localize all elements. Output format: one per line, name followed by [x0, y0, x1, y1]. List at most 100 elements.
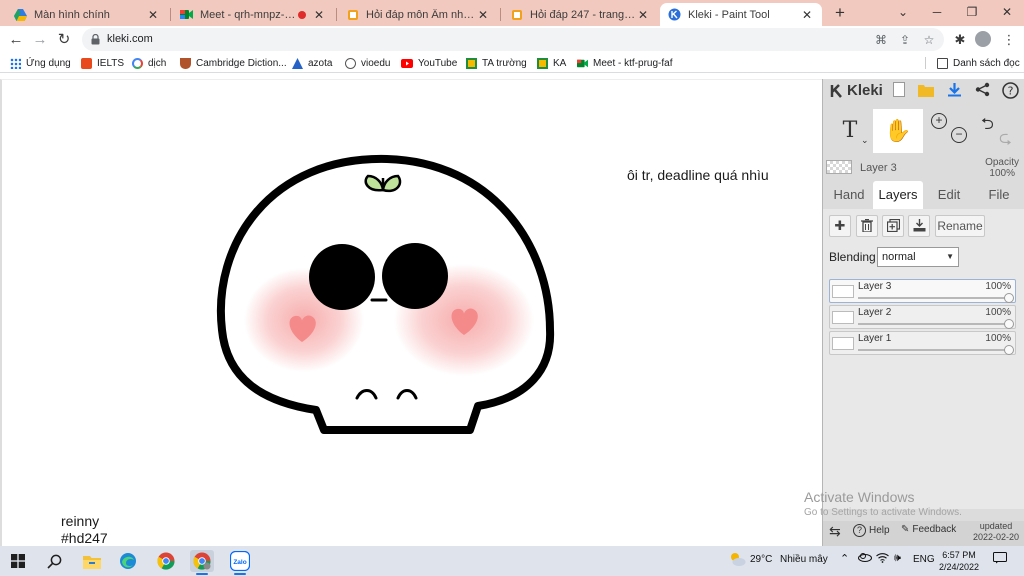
layer-row-2[interactable]: Layer 2 100% [829, 305, 1016, 329]
language-indicator[interactable]: ENG [913, 554, 935, 565]
layer-opacity-slider[interactable] [858, 323, 1009, 325]
new-tab-button[interactable]: + [830, 3, 850, 23]
bookmark-ielts[interactable]: IELTS [81, 56, 124, 70]
add-layer-icon[interactable]: ✚ [829, 215, 851, 237]
bookmark-label: Cambridge Diction... [196, 57, 287, 69]
text-tool[interactable]: T ⌄ [827, 109, 873, 153]
tab-close-icon[interactable]: ✕ [146, 8, 160, 22]
layer-opacity-knob[interactable] [1004, 319, 1014, 329]
tab-strip: Màn hình chính ✕ Meet - qrh-mnpz-ard ✕ H… [0, 0, 1024, 26]
layer-opacity: 100% [985, 281, 1011, 292]
delete-layer-icon[interactable] [856, 215, 878, 237]
tab-file[interactable]: File [975, 181, 1023, 209]
reload-icon[interactable]: ↻ [54, 30, 74, 50]
bookmark-youtube[interactable]: YouTube [401, 56, 457, 70]
weather-cloud-icon[interactable] [728, 551, 746, 570]
download-icon[interactable] [944, 82, 964, 102]
back-arrow-icon[interactable]: ← [6, 30, 26, 50]
bookmark-apps[interactable]: Ứng dụng [10, 56, 71, 70]
swap-sides-icon[interactable]: ⇆ [829, 523, 841, 540]
tab-layers[interactable]: Layers [873, 181, 923, 209]
layer-row-1[interactable]: Layer 1 100% [829, 331, 1016, 355]
tab-meet[interactable]: Meet - qrh-mnpz-ard ✕ [172, 3, 334, 26]
layer-row-3[interactable]: Layer 3 100% [829, 279, 1016, 303]
bookmark-label: YouTube [418, 57, 458, 69]
tab-hand[interactable]: Hand [825, 181, 873, 209]
hand-tool[interactable]: ✋ [873, 109, 923, 153]
tab-edit[interactable]: Edit [925, 181, 973, 209]
weather-temp[interactable]: 29°C [750, 554, 772, 565]
maximize-button[interactable]: ❐ [955, 0, 989, 26]
tab-hoidap-amnhac[interactable]: Hỏi đáp môn Âm nhạc, Mỹ thuật ✕ [338, 3, 498, 26]
chrome-profile-icon[interactable] [190, 550, 214, 575]
extensions-icon[interactable]: ✱ [951, 31, 969, 49]
edge-icon[interactable] [116, 550, 140, 572]
bookmark-azota[interactable]: azota [292, 56, 332, 70]
wifi-icon[interactable] [876, 552, 889, 566]
merge-layer-icon[interactable] [908, 215, 930, 237]
translate-icon[interactable]: ⌘ [873, 32, 889, 48]
bookmark-label: vioedu [361, 57, 391, 69]
open-folder-icon[interactable] [916, 82, 936, 102]
rename-layer-button[interactable]: Rename [935, 215, 985, 237]
duplicate-layer-icon[interactable] [882, 215, 904, 237]
cloud-sync-icon[interactable] [858, 552, 872, 565]
tool-row: T ⌄ ✋ + − ⮌ ⮎ [823, 109, 1024, 153]
opacity-value: 100% [989, 168, 1015, 179]
bookmark-dich[interactable]: dịch [132, 56, 166, 70]
bookmark-ka[interactable]: KA [537, 56, 566, 70]
zoom-in-icon[interactable]: + [931, 113, 947, 129]
bookmark-meet[interactable]: Meet - ktf-prug-faf [577, 56, 672, 70]
layer-opacity-knob[interactable] [1004, 345, 1014, 355]
undo-icon[interactable]: ⮌ [981, 113, 994, 140]
search-icon[interactable] [42, 550, 66, 572]
feedback-link[interactable]: ✎ Feedback [901, 524, 956, 535]
tab-search-icon[interactable]: ⌄ [886, 0, 920, 26]
weather-desc[interactable]: Nhiều mây [780, 554, 828, 565]
notification-icon[interactable] [993, 552, 1007, 567]
chrome-icon[interactable] [154, 550, 178, 572]
file-explorer-icon[interactable] [80, 550, 104, 572]
tab-close-icon[interactable]: ✕ [800, 8, 814, 22]
bookmark-ta-truong[interactable]: TA trường [466, 56, 527, 70]
tab-home[interactable]: Màn hình chính ✕ [6, 3, 168, 26]
tab-hoidap-247[interactable]: Hỏi đáp 247 - trang tra lời ✕ [502, 3, 658, 26]
menu-kebab-icon[interactable]: ⋮ [1000, 31, 1018, 49]
system-clock[interactable]: 6:57 PM 2/24/2022 [934, 549, 984, 573]
bookmark-cambridge[interactable]: Cambridge Diction... [180, 56, 287, 70]
reading-list[interactable]: Danh sách đọc [937, 56, 1020, 70]
zalo-icon[interactable]: Zalo [228, 550, 252, 575]
zoom-tool[interactable]: + − [927, 109, 971, 153]
blending-select[interactable]: normal ▼ [877, 247, 959, 267]
start-windows-icon[interactable] [6, 550, 30, 572]
layer-opacity-knob[interactable] [1004, 293, 1014, 303]
bookmarks-divider [925, 57, 926, 69]
share-icon[interactable] [972, 82, 992, 102]
tab-close-icon[interactable]: ✕ [636, 8, 650, 22]
bookmark-vioedu[interactable]: vioedu [345, 56, 390, 70]
zoom-out-icon[interactable]: − [951, 127, 967, 143]
kleki-header: Kleki ? [823, 79, 1024, 105]
layer-opacity-slider[interactable] [858, 349, 1009, 351]
volume-icon[interactable]: 🕪 [894, 552, 901, 565]
bookmark-star-icon[interactable]: ☆ [921, 32, 937, 48]
help-link[interactable]: ? Help [853, 524, 890, 537]
tab-kleki[interactable]: Kleki - Paint Tool ✕ [660, 3, 822, 26]
share-icon[interactable]: ⇪ [897, 32, 913, 48]
layer-opacity-slider[interactable] [858, 297, 1009, 299]
minimize-button[interactable]: ─ [920, 0, 954, 26]
vioedu-icon [345, 57, 356, 69]
new-file-icon[interactable] [889, 82, 909, 102]
tab-close-icon[interactable]: ✕ [312, 8, 326, 22]
chevron-up-icon[interactable]: ⌃ [840, 552, 849, 565]
forward-arrow-icon[interactable]: → [30, 30, 50, 50]
address-bar[interactable]: kleki.com ⌘ ⇪ ☆ [82, 28, 944, 51]
browser-toolbar: ← → ↻ kleki.com ⌘ ⇪ ☆ ✱ ⋮ [0, 26, 1024, 53]
svg-text:?: ? [1007, 85, 1013, 98]
profile-avatar[interactable] [975, 31, 991, 47]
help-circle-icon[interactable]: ? [1000, 82, 1020, 102]
close-window-button[interactable]: ✕ [990, 0, 1024, 26]
drawing-canvas[interactable]: ôi tr, deadline quá nhìu reinny #hd247 [0, 79, 822, 546]
tab-close-icon[interactable]: ✕ [476, 8, 490, 22]
redo-icon[interactable]: ⮎ [999, 127, 1012, 154]
